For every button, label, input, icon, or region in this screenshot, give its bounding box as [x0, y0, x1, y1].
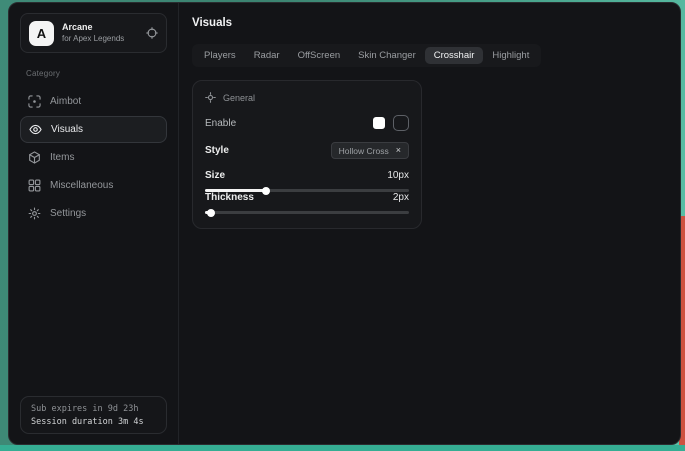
page-title: Visuals — [192, 17, 666, 29]
background-bottom-strip — [0, 445, 685, 451]
enable-row: Enable — [205, 115, 409, 131]
tab-bar: PlayersRadarOffScreenSkin ChangerCrossha… — [192, 44, 541, 67]
sidebar-item-label: Visuals — [51, 124, 83, 135]
sidebar-item-label: Settings — [50, 208, 86, 219]
style-label: Style — [205, 145, 229, 156]
sidebar-item-items[interactable]: Items — [20, 144, 167, 171]
thickness-label: Thickness — [205, 192, 254, 203]
brand-title: Arcane — [62, 22, 138, 33]
brand-subtitle: for Apex Legends — [62, 34, 138, 44]
general-panel: General Enable Style Hollow Cross × Size… — [192, 80, 422, 229]
size-label: Size — [205, 170, 225, 181]
clear-style-icon[interactable]: × — [396, 146, 401, 155]
main-content: Visuals PlayersRadarOffScreenSkin Change… — [179, 3, 680, 444]
session-duration-text: Session duration 3m 4s — [31, 417, 156, 427]
brand-card: A Arcane for Apex Legends — [20, 13, 167, 53]
thickness-slider-thumb[interactable] — [207, 209, 215, 217]
sidebar-item-label: Items — [50, 152, 74, 163]
tab-crosshair[interactable]: Crosshair — [425, 47, 484, 64]
size-row: Size 10px — [205, 170, 409, 181]
sidebar-item-visuals[interactable]: Visuals — [20, 116, 167, 143]
aimbot-scan-icon — [28, 95, 41, 108]
sidebar-menu: Aimbot Visuals Items Miscellaneous Settings — [20, 88, 167, 227]
eye-icon — [29, 123, 42, 136]
size-slider-thumb[interactable] — [262, 187, 270, 195]
tab-players[interactable]: Players — [195, 47, 245, 64]
target-icon[interactable] — [146, 27, 158, 39]
sidebar-item-miscellaneous[interactable]: Miscellaneous — [20, 172, 167, 199]
tab-highlight[interactable]: Highlight — [483, 47, 538, 64]
grid-icon — [28, 179, 41, 192]
style-row: Style Hollow Cross × — [205, 142, 409, 159]
tab-radar[interactable]: Radar — [245, 47, 289, 64]
color-swatch[interactable] — [373, 117, 385, 129]
size-value: 10px — [387, 170, 409, 181]
sidebar-item-label: Aimbot — [50, 96, 81, 107]
sub-expiry-text: Sub expires in 9d 23h — [31, 404, 156, 414]
app-window: A Arcane for Apex Legends Category Aimbo… — [8, 2, 681, 445]
style-value: Hollow Cross — [339, 146, 389, 156]
panel-title: General — [223, 93, 255, 103]
sidebar: A Arcane for Apex Legends Category Aimbo… — [9, 3, 179, 444]
gear-icon — [28, 207, 41, 220]
enable-label: Enable — [205, 118, 236, 129]
tab-offscreen[interactable]: OffScreen — [289, 47, 350, 64]
sidebar-item-aimbot[interactable]: Aimbot — [20, 88, 167, 115]
size-slider[interactable] — [205, 189, 409, 192]
category-label: Category — [26, 69, 167, 78]
sidebar-item-label: Miscellaneous — [50, 180, 113, 191]
subscription-card: Sub expires in 9d 23h Session duration 3… — [20, 396, 167, 434]
general-crosshair-icon — [205, 92, 216, 103]
thickness-slider[interactable] — [205, 211, 409, 214]
thickness-value: 2px — [393, 192, 409, 203]
brand-logo: A — [29, 21, 54, 46]
style-dropdown-tag[interactable]: Hollow Cross × — [331, 142, 409, 159]
box-icon — [28, 151, 41, 164]
enable-checkbox[interactable] — [393, 115, 409, 131]
tab-skin-changer[interactable]: Skin Changer — [349, 47, 425, 64]
thickness-row: Thickness 2px — [205, 192, 409, 203]
sidebar-item-settings[interactable]: Settings — [20, 200, 167, 227]
